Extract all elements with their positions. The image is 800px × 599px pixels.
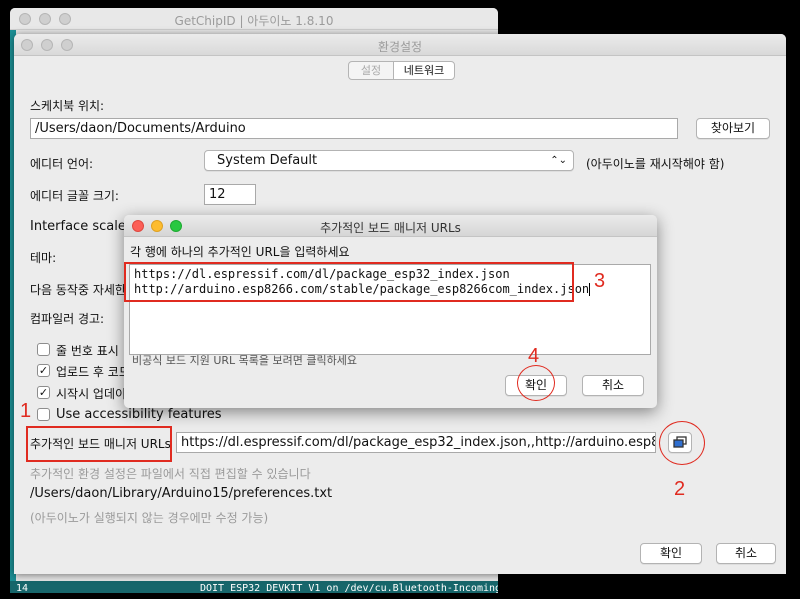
ide-window-title: GetChipID | 아두이노 1.8.10	[174, 14, 334, 28]
preferences-title: 환경설정	[377, 40, 423, 54]
dialog-cancel-button[interactable]: 취소	[582, 375, 644, 396]
sketchbook-label: 스케치북 위치:	[30, 99, 105, 113]
verify-upload-checkbox[interactable]: ✓	[37, 364, 50, 377]
annotation-number-2: 2	[674, 478, 686, 500]
tab-network[interactable]: 네트워크	[393, 61, 455, 80]
check-updates-checkbox[interactable]: ✓	[37, 386, 50, 399]
editor-language-value: System Default	[217, 153, 318, 168]
font-size-label: 에디터 글꼴 크기:	[30, 189, 119, 203]
compiler-warnings-label: 컴파일러 경고:	[30, 312, 105, 326]
check-updates-label: 시작시 업데이	[56, 387, 127, 401]
preferences-titlebar: 환경설정	[14, 34, 786, 56]
unofficial-boards-link[interactable]: 비공식 보드 지원 URL 목록을 보려면 클릭하세요	[132, 352, 357, 368]
select-arrows-icon: ⌃⌄	[550, 155, 567, 166]
dialog-instruction: 각 행에 하나의 추가적인 URL을 입력하세요	[130, 245, 350, 259]
dialog-titlebar: 추가적인 보드 매니저 URLs	[124, 215, 657, 237]
annotation-number-3: 3	[594, 270, 606, 292]
edit-only-when-closed-note: (아두이노가 실행되지 않는 경우에만 수정 가능)	[30, 511, 269, 525]
check-icon: ✓	[38, 386, 49, 399]
sketchbook-path-field[interactable]: /Users/daon/Documents/Arduino	[30, 118, 678, 139]
prefs-ok-button[interactable]: 확인	[640, 543, 702, 564]
line-numbers-label: 줄 번호 표시	[56, 344, 119, 358]
editor-language-label: 에디터 언어:	[30, 157, 94, 171]
verify-upload-label: 업로드 후 코드	[56, 365, 130, 379]
ide-titlebar: GetChipID | 아두이노 1.8.10	[10, 8, 498, 30]
annotation-box-label	[26, 426, 172, 462]
board-urls-field[interactable]: https://dl.espressif.com/dl/package_esp3…	[176, 432, 656, 453]
accessibility-label: Use accessibility features	[56, 407, 222, 422]
more-preferences-note: 추가적인 환경 설정은 파일에서 직접 편집할 수 있습니다	[30, 467, 311, 481]
theme-label: 테마:	[30, 251, 57, 265]
check-icon: ✓	[38, 364, 49, 377]
preferences-file-path[interactable]: /Users/daon/Library/Arduino15/preference…	[30, 486, 332, 501]
ide-board-info: DOIT ESP32 DEVKIT V1 on /dev/cu.Bluetoot…	[200, 583, 498, 593]
ide-status-bar: 14 DOIT ESP32 DEVKIT V1 on /dev/cu.Bluet…	[10, 581, 498, 593]
dialog-title: 추가적인 보드 매니저 URLs	[320, 221, 461, 235]
font-size-field[interactable]: 12	[204, 184, 256, 205]
prefs-cancel-button[interactable]: 취소	[716, 543, 776, 564]
restart-note: (아두이노를 재시작해야 함)	[586, 157, 725, 171]
annotation-number-1: 1	[20, 400, 32, 422]
line-numbers-checkbox[interactable]	[37, 343, 50, 356]
text-caret	[589, 283, 591, 296]
browse-button[interactable]: 찾아보기	[696, 118, 770, 139]
ide-line-number: 14	[16, 583, 29, 593]
editor-language-select[interactable]: System Default ⌃⌄	[204, 150, 574, 171]
accessibility-checkbox[interactable]	[37, 408, 50, 421]
annotation-box-urls	[124, 262, 574, 302]
tab-settings[interactable]: 설정	[348, 61, 394, 80]
verbose-output-label: 다음 동작중 자세한	[30, 283, 126, 297]
annotation-circle-ok-button	[517, 365, 555, 401]
interface-scale-label: Interface scale:	[30, 219, 131, 234]
annotation-circle-edit-button	[659, 421, 705, 465]
board-urls-dialog: 추가적인 보드 매니저 URLs 각 행에 하나의 추가적인 URL을 입력하세…	[124, 215, 657, 408]
